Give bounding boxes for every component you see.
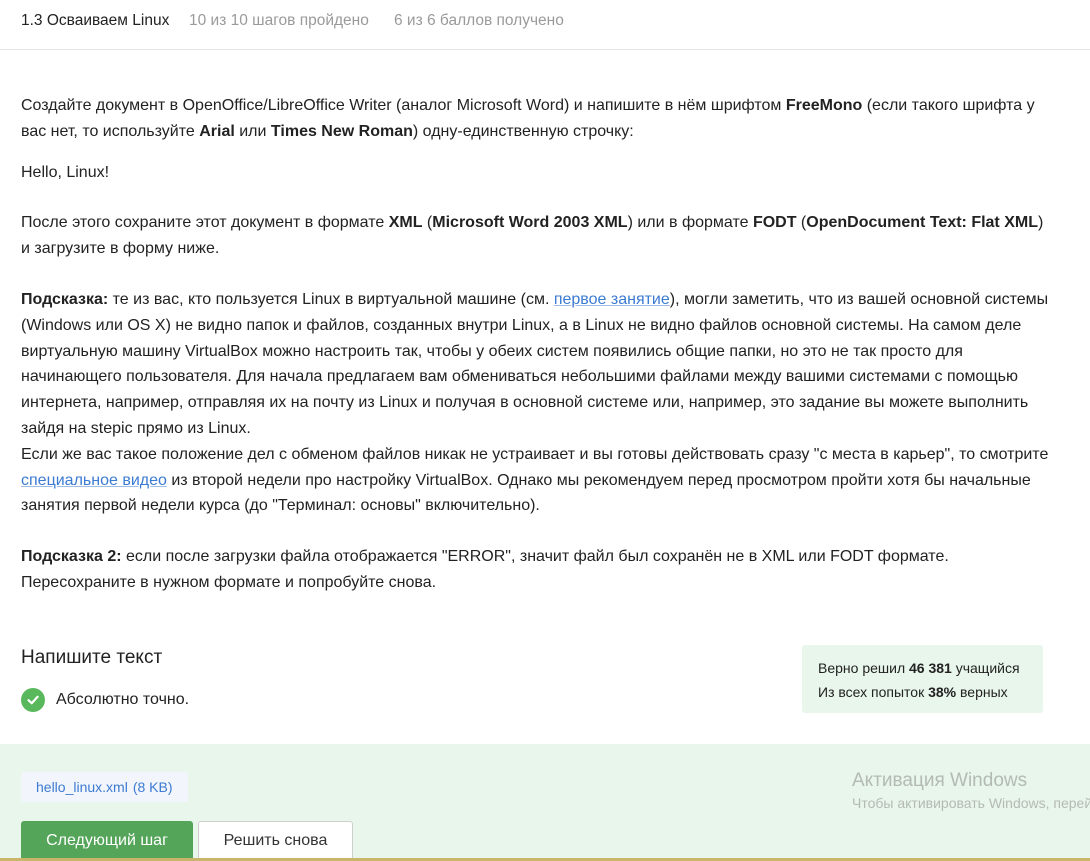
bold-text: XML [388,214,423,232]
hello-line: Hello, Linux! [21,163,110,181]
score-progress: 6 из 6 баллов получено [394,12,564,29]
result-line: Абсолютно точно. [21,687,189,713]
text: ( [422,214,433,232]
lesson-header: 1.3 Осваиваем Linux 10 из 10 шагов пройд… [0,0,1090,50]
bold-text: Microsoft Word 2003 XML [432,214,628,232]
text: Верно решил [818,660,909,676]
submission-zone: hello_linux.xml (8 KB) Следующий шаг Реши… [0,744,1090,861]
activation-title: Активация Windows [852,770,1028,791]
solved-count: 46 381 [909,660,952,676]
activation-subtitle: Чтобы активировать Windows, перейдите в … [852,795,1090,811]
text: ( [796,214,807,232]
page: 1.3 Осваиваем Linux 10 из 10 шагов пройд… [0,0,1090,861]
text: верных [956,684,1008,700]
step-text: Создайте документ в OpenOffice/LibreOffi… [21,93,1051,596]
hint-label: Подсказка: [21,290,109,308]
check-circle-icon [21,688,45,712]
bold-text: FreeMono [785,97,863,114]
text: из второй недели про настройку VirtualBo… [21,471,1031,515]
bold-text: OpenDocument Text: Flat XML [806,214,1038,232]
format-paragraph: После этого сохраните этот документ в фо… [21,210,1051,262]
hint2-label: Подсказка 2: [21,548,122,566]
attempts-stat: Из всех попыток 38% верных [818,680,1043,704]
text: Если же вас такое положение дел с обмено… [21,445,1049,463]
text: После этого сохраните этот документ в фо… [21,214,389,232]
bold-text: Times New Roman [270,122,413,140]
file-name[interactable]: hello_linux.xml [36,779,128,795]
attempts-percent: 38% [928,684,957,700]
steps-progress: 10 из 10 шагов пройдено [189,12,369,29]
result-text: Абсолютно точно. [56,691,190,708]
task-paragraph: Создайте документ в OpenOffice/LibreOffi… [21,93,1051,145]
text: те из вас, кто пользуется Linux в виртуа… [108,290,554,308]
hint-paragraph: Подсказка: те из вас, кто пользуется Lin… [21,287,1051,442]
solve-again-button[interactable]: Решить снова [198,821,353,861]
lesson-title[interactable]: 1.3 Осваиваем Linux [21,12,169,30]
bold-text: FODT [752,214,797,232]
file-size: (8 KB) [132,779,173,795]
text: учащийся [951,660,1020,676]
stats-box: Верно решил 46 381 учащийся Из всех попы… [802,645,1043,713]
windows-activation-watermark: Активация Windows Чтобы активировать Win… [852,769,1090,813]
text: или [234,122,271,140]
solved-stat: Верно решил 46 381 учащийся [818,656,1043,680]
text: Из всех попыток [818,684,929,700]
hint-paragraph-continued: Если же вас такое положение дел с обмено… [21,442,1051,519]
text: Создайте документ в OpenOffice/LibreOffi… [21,97,786,114]
answer-title: Напишите текст [21,647,163,668]
special-video-link[interactable]: специальное видео [21,472,167,489]
text: ), могли заметить, что из вашей основной… [21,290,1049,437]
next-step-button[interactable]: Следующий шаг [21,821,193,861]
bold-text: Arial [199,122,235,140]
text: если после загрузки файла отображается "… [21,548,949,591]
first-lesson-link[interactable]: первое занятие [554,291,670,308]
text: ) одну-единственную строчку: [412,122,634,140]
uploaded-file-chip[interactable]: hello_linux.xml (8 KB) [21,772,188,802]
hint2-paragraph: Подсказка 2: если после загрузки файла о… [21,544,1051,596]
text: ) или в формате [627,214,753,232]
